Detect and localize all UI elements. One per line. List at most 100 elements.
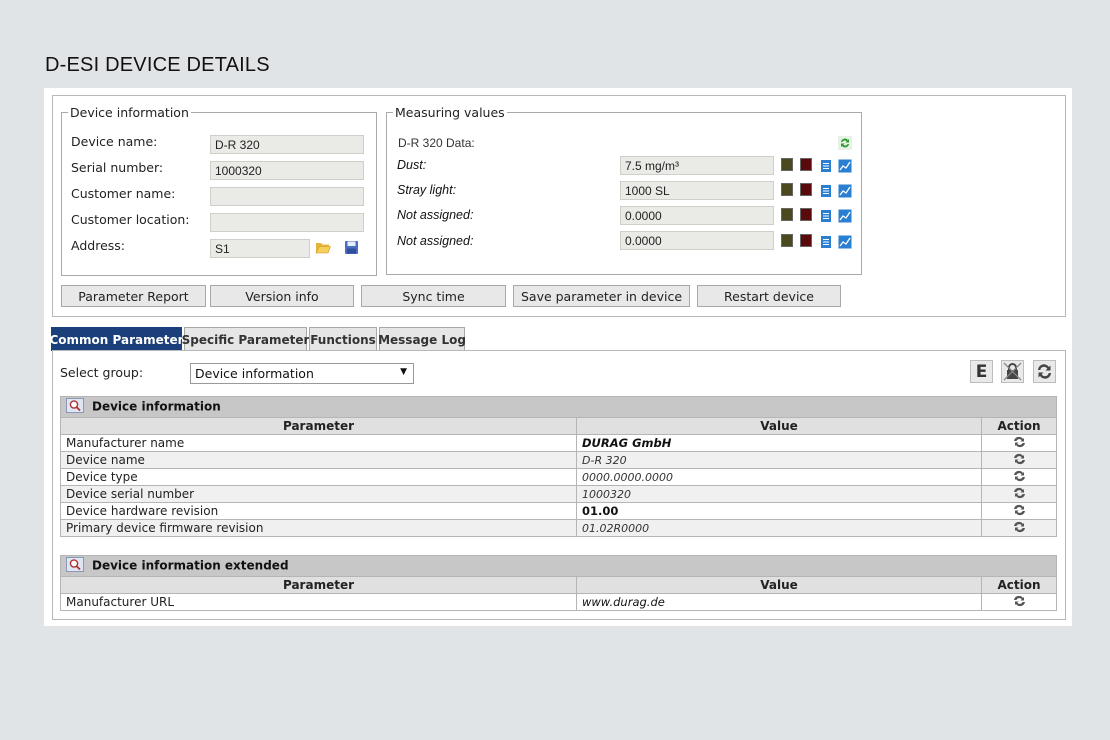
table-row: Manufacturer URL www.durag.de: [60, 593, 1058, 611]
parameter-value: 01.00: [576, 502, 982, 520]
device-information-extended-table: Device information extended Parameter Va…: [59, 555, 1058, 611]
group-header[interactable]: Device information extended: [59, 555, 1058, 577]
parameter-value: 0000.0000.0000: [576, 468, 982, 486]
table-row: Device serial number 1000320: [60, 485, 1057, 503]
device-name-field[interactable]: D-R 320: [210, 135, 364, 154]
column-header-value: Value: [576, 576, 982, 594]
row-refresh-button[interactable]: [981, 519, 1057, 537]
parameter-name: Manufacturer URL: [60, 593, 577, 611]
row-refresh-button[interactable]: [981, 468, 1057, 486]
measure-value-stray-light: 1000 SL: [620, 181, 774, 200]
trend-chart-icon[interactable]: [838, 234, 852, 249]
parameter-value: D-R 320: [576, 451, 982, 469]
device-data-label: D-R 320 Data:: [398, 136, 475, 150]
parameter-name: Device hardware revision: [60, 502, 577, 520]
row-refresh-button[interactable]: [981, 451, 1057, 469]
lock-crossed-icon: [1003, 362, 1022, 381]
olive-status-indicator: [781, 158, 793, 171]
address-label: Address:: [71, 238, 125, 253]
document-icon[interactable]: [819, 208, 833, 222]
open-folder-icon[interactable]: [315, 240, 331, 255]
row-refresh-button[interactable]: [981, 434, 1057, 452]
row-refresh-button[interactable]: [980, 593, 1058, 611]
column-header-value: Value: [576, 417, 982, 435]
refresh-icon: [1013, 487, 1025, 498]
refresh-icon: [1013, 436, 1025, 447]
export-letter-icon: E: [975, 361, 988, 382]
column-header-parameter: Parameter: [60, 576, 577, 594]
measure-value-not-assigned-1: 0.0000: [620, 206, 774, 225]
parameter-value: www.durag.de: [576, 593, 982, 611]
parameter-name: Manufacturer name: [60, 434, 577, 452]
trend-chart-icon[interactable]: [838, 183, 852, 198]
export-button[interactable]: E: [970, 360, 993, 383]
olive-status-indicator: [781, 234, 793, 247]
customer-name-field[interactable]: [210, 187, 364, 206]
version-info-button[interactable]: Version info: [210, 285, 354, 307]
save-parameter-button[interactable]: Save parameter in device: [513, 285, 690, 307]
serial-number-label: Serial number:: [71, 160, 164, 175]
customer-location-label: Customer location:: [71, 212, 190, 227]
refresh-icon: [1013, 504, 1025, 515]
trend-chart-icon[interactable]: [838, 158, 852, 173]
column-header-action: Action: [981, 417, 1057, 435]
serial-number-field[interactable]: 1000320: [210, 161, 364, 180]
document-icon[interactable]: [819, 234, 833, 248]
sync-time-button[interactable]: Sync time: [361, 285, 506, 307]
group-select[interactable]: Device information ▼: [190, 363, 414, 384]
measure-label-stray-light: Stray light:: [397, 183, 457, 197]
table-row: Device hardware revision 01.00: [60, 502, 1057, 520]
parameter-value: 01.02R0000: [576, 519, 982, 537]
customer-name-label: Customer name:: [71, 186, 176, 201]
refresh-all-button[interactable]: [1033, 360, 1056, 383]
search-group-icon: [66, 557, 84, 575]
page-title: D-ESI DEVICE DETAILS: [45, 54, 270, 76]
select-group-label: Select group:: [60, 365, 144, 380]
maroon-status-indicator: [800, 158, 812, 171]
address-field[interactable]: S1: [210, 239, 310, 258]
device-information-legend: Device information: [70, 105, 189, 120]
measure-label-dust: Dust:: [397, 158, 427, 172]
device-information-table: Device information Parameter Value Actio…: [60, 396, 1057, 537]
dropdown-arrow-icon: ▼: [400, 367, 407, 377]
refresh-icon: [1013, 470, 1025, 481]
maroon-status-indicator: [800, 208, 812, 221]
refresh-icon: [1038, 364, 1051, 379]
maroon-status-indicator: [800, 234, 812, 247]
save-disk-icon[interactable]: [344, 240, 359, 255]
measure-label-not-assigned-1: Not assigned:: [397, 208, 474, 222]
group-select-value: Device information: [195, 366, 314, 381]
lock-button[interactable]: [1001, 360, 1024, 383]
table-row: Device name D-R 320: [60, 451, 1057, 469]
measuring-values-legend: Measuring values: [395, 105, 505, 120]
olive-status-indicator: [781, 183, 793, 196]
group-title: Device information extended: [92, 558, 289, 573]
measure-label-not-assigned-2: Not assigned:: [397, 234, 474, 248]
group-header[interactable]: Device information: [60, 396, 1057, 418]
parameter-value: DURAG GmbH: [576, 434, 982, 452]
tab-functions[interactable]: Functions: [309, 327, 377, 351]
tab-common-parameter[interactable]: Common Parameter: [49, 327, 184, 351]
tab-specific-parameter[interactable]: Specific Parameter: [182, 327, 309, 351]
row-refresh-button[interactable]: [981, 485, 1057, 503]
parameter-name: Device serial number: [60, 485, 577, 503]
column-header-parameter: Parameter: [60, 417, 577, 435]
refresh-icon: [1013, 521, 1025, 532]
parameter-name: Primary device firmware revision: [60, 519, 577, 537]
table-row: Device type 0000.0000.0000: [60, 468, 1057, 486]
restart-device-button[interactable]: Restart device: [697, 285, 841, 307]
row-refresh-button[interactable]: [981, 502, 1057, 520]
table-row: Primary device firmware revision 01.02R0…: [60, 519, 1057, 537]
olive-status-indicator: [781, 208, 793, 221]
parameter-report-button[interactable]: Parameter Report: [61, 285, 206, 307]
customer-location-field[interactable]: [210, 213, 364, 232]
group-title: Device information: [92, 399, 221, 414]
trend-chart-icon[interactable]: [838, 208, 852, 223]
tab-message-log[interactable]: Message Log: [378, 327, 466, 351]
measure-value-dust: 7.5 mg/m³: [620, 156, 774, 175]
maroon-status-indicator: [800, 183, 812, 196]
refresh-measuring-icon[interactable]: [838, 135, 852, 150]
measure-value-not-assigned-2: 0.0000: [620, 231, 774, 250]
document-icon[interactable]: [819, 183, 833, 197]
document-icon[interactable]: [819, 158, 833, 172]
